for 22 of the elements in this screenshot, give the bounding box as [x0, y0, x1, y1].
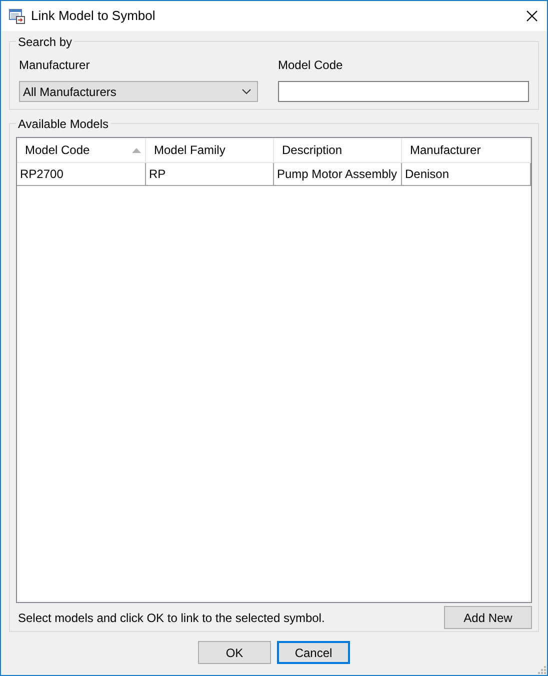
table-cell: RP	[146, 163, 274, 185]
dialog-button[interactable]: Cancel	[277, 641, 350, 664]
column-header[interactable]: Model Code	[17, 138, 146, 162]
table-cell: Denison	[402, 163, 531, 185]
app-icon	[9, 8, 25, 24]
add-new-button[interactable]: Add New	[444, 606, 532, 629]
field-label: Model Code	[278, 57, 344, 74]
field-label: Manufacturer	[19, 57, 91, 74]
model-code-field[interactable]	[278, 81, 529, 102]
table-cell: RP2700	[17, 163, 146, 185]
column-header[interactable]: Manufacturer	[402, 138, 531, 162]
resize-grip-icon[interactable]	[537, 665, 546, 674]
column-header[interactable]: Model Family	[146, 138, 274, 162]
chevron-down-icon	[242, 89, 251, 94]
sort-up-icon	[132, 148, 141, 152]
window-title: Link Model to Symbol	[31, 7, 156, 26]
manufacturer-dropdown[interactable]: All Manufacturers	[19, 81, 258, 102]
close-icon[interactable]	[526, 10, 538, 22]
column-header[interactable]: Description	[274, 138, 402, 162]
dialog-button[interactable]: OK	[198, 641, 271, 664]
table-cell: Pump Motor Assembly	[274, 163, 402, 185]
hint-text: Select models and click OK to link to the selected symbol.	[18, 610, 325, 626]
